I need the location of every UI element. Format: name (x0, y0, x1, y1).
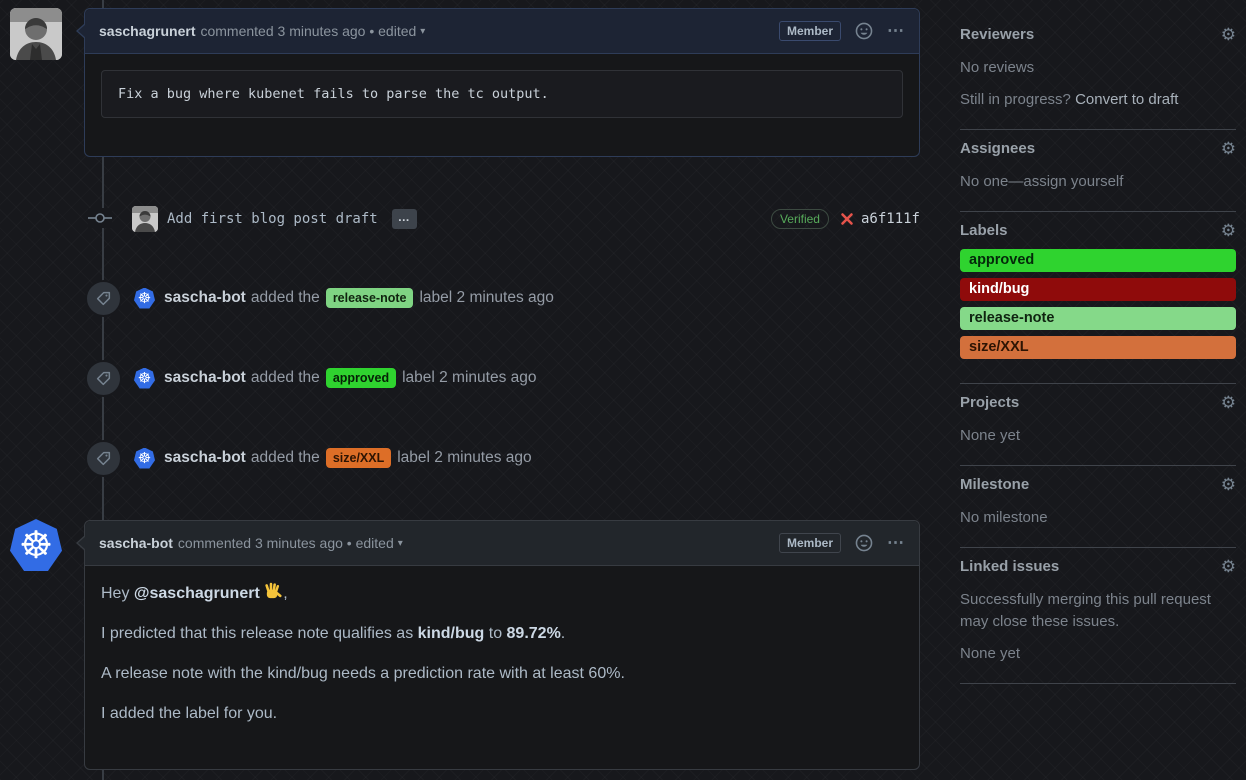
pr-sidebar: Reviewers ⚙ No reviews Still in progress… (960, 16, 1236, 684)
linked-issues-desc: Successfully merging this pull request m… (960, 589, 1236, 633)
member-badge: Member (779, 21, 841, 41)
release-note-code-block: Fix a bug where kubenet fails to parse t… (101, 70, 903, 118)
assignees-title[interactable]: Assignees (960, 140, 1035, 157)
emoji-reaction-button[interactable] (855, 22, 873, 40)
milestone-title[interactable]: Milestone (960, 476, 1029, 493)
comment-header: saschagrunert commented 3 minutes ago • … (85, 9, 919, 54)
commit-author-avatar[interactable] (132, 206, 158, 232)
projects-title[interactable]: Projects (960, 394, 1019, 411)
member-badge: Member (779, 533, 841, 553)
projects-empty-text: None yet (960, 425, 1236, 447)
commit-sha-link[interactable]: a6f111f (861, 211, 920, 227)
label-chip-size-xxl[interactable]: size/XXL (326, 448, 391, 468)
event-suffix: label 2 minutes ago (402, 369, 536, 387)
sidebar-label-approved[interactable]: approved (960, 249, 1236, 272)
event-actor[interactable]: sascha-bot (164, 289, 246, 307)
gear-icon[interactable]: ⚙ (1221, 558, 1236, 575)
gear-icon[interactable]: ⚙ (1221, 26, 1236, 43)
comment-author[interactable]: saschagrunert (99, 23, 195, 39)
sidebar-section-projects: Projects ⚙ None yet (960, 384, 1236, 466)
comment-meta: commented 3 minutes ago • edited (200, 23, 416, 39)
label-event-row: ☸ sascha-bot added the approved label 2 … (85, 359, 920, 397)
comment-paragraph: Hey @saschagrunert , (101, 582, 903, 606)
convert-to-draft-link[interactable]: Convert to draft (1075, 91, 1178, 108)
comment-meta: commented 3 minutes ago • edited (178, 535, 394, 551)
bot-avatar[interactable]: ☸ (134, 368, 155, 389)
linked-issues-title[interactable]: Linked issues (960, 558, 1059, 575)
gear-icon[interactable]: ⚙ (1221, 476, 1236, 493)
comment-paragraph: I added the label for you. (101, 702, 903, 726)
bot-avatar[interactable]: ☸ (134, 448, 155, 469)
comment-saschagrunert: saschagrunert commented 3 minutes ago • … (84, 8, 920, 157)
event-badge (85, 360, 122, 397)
smiley-icon (855, 534, 873, 552)
linked-issues-empty-text: None yet (960, 643, 1236, 665)
commit-event-row: Add first blog post draft … Verified a6f… (84, 204, 920, 234)
user-mention[interactable]: @saschagrunert (134, 585, 260, 602)
sidebar-section-reviewers: Reviewers ⚙ No reviews Still in progress… (960, 16, 1236, 130)
reviewers-empty-text: No reviews (960, 57, 1236, 79)
tag-icon (95, 290, 112, 307)
sidebar-section-linked-issues: Linked issues ⚙ Successfully merging thi… (960, 548, 1236, 684)
label-event-row: ☸ sascha-bot added the release-note labe… (85, 279, 920, 317)
git-commit-icon (88, 208, 112, 228)
labels-title[interactable]: Labels (960, 222, 1008, 239)
sidebar-label-release-note[interactable]: release-note (960, 307, 1236, 330)
event-action: added the (251, 369, 320, 387)
sidebar-section-milestone: Milestone ⚙ No milestone (960, 466, 1236, 548)
wave-emoji-icon (264, 582, 283, 601)
commit-message[interactable]: Add first blog post draft (167, 211, 378, 227)
label-chip-approved[interactable]: approved (326, 368, 396, 388)
event-suffix: label 2 minutes ago (397, 449, 531, 467)
event-badge (85, 440, 122, 477)
assignees-empty-text[interactable]: No one—assign yourself (960, 171, 1236, 193)
person-photo-icon (10, 8, 62, 60)
gear-icon[interactable]: ⚙ (1221, 222, 1236, 239)
gear-icon[interactable]: ⚙ (1221, 140, 1236, 157)
smiley-icon (855, 22, 873, 40)
commit-expander-button[interactable]: … (392, 209, 417, 229)
comment-sascha-bot: sascha-bot commented 3 minutes ago • edi… (84, 520, 920, 770)
kebab-menu-button[interactable]: ⋯ (887, 533, 905, 553)
sidebar-label-kind-bug[interactable]: kind/bug (960, 278, 1236, 301)
avatar-saschagrunert[interactable] (10, 8, 62, 60)
label-chip-release-note[interactable]: release-note (326, 288, 414, 308)
convert-to-draft-row: Still in progress? Convert to draft (960, 89, 1236, 111)
edited-dropdown-caret-icon[interactable]: ▾ (398, 538, 403, 549)
sidebar-label-size-xxl[interactable]: size/XXL (960, 336, 1236, 359)
comment-paragraph: I predicted that this release note quali… (101, 622, 903, 646)
tag-icon (95, 370, 112, 387)
event-badge (85, 280, 122, 317)
event-suffix: label 2 minutes ago (419, 289, 553, 307)
comment-body: Fix a bug where kubenet fails to parse t… (85, 54, 919, 134)
sidebar-section-assignees: Assignees ⚙ No one—assign yourself (960, 130, 1236, 212)
gear-icon[interactable]: ⚙ (1221, 394, 1236, 411)
bot-avatar[interactable]: ☸ (134, 288, 155, 309)
comment-paragraph: A release note with the kind/bug needs a… (101, 662, 903, 686)
kebab-menu-button[interactable]: ⋯ (887, 21, 905, 41)
event-actor[interactable]: sascha-bot (164, 369, 246, 387)
tag-icon (95, 450, 112, 467)
event-action: added the (251, 289, 320, 307)
milestone-empty-text: No milestone (960, 507, 1236, 529)
reviewers-title[interactable]: Reviewers (960, 26, 1034, 43)
label-event-row: ☸ sascha-bot added the size/XXL label 2 … (85, 439, 920, 477)
status-failed-x-icon[interactable] (839, 211, 855, 227)
comment-body: Hey @saschagrunert , I predicted that th… (85, 566, 919, 742)
event-action: added the (251, 449, 320, 467)
comment-header: sascha-bot commented 3 minutes ago • edi… (85, 521, 919, 566)
edited-dropdown-caret-icon[interactable]: ▾ (420, 26, 425, 37)
avatar-sascha-bot-kubernetes[interactable]: ☸ (10, 519, 62, 571)
comment-author[interactable]: sascha-bot (99, 535, 173, 551)
sidebar-section-labels: Labels ⚙ approved kind/bug release-note … (960, 212, 1236, 384)
emoji-reaction-button[interactable] (855, 534, 873, 552)
event-actor[interactable]: sascha-bot (164, 449, 246, 467)
verified-badge[interactable]: Verified (771, 209, 829, 229)
